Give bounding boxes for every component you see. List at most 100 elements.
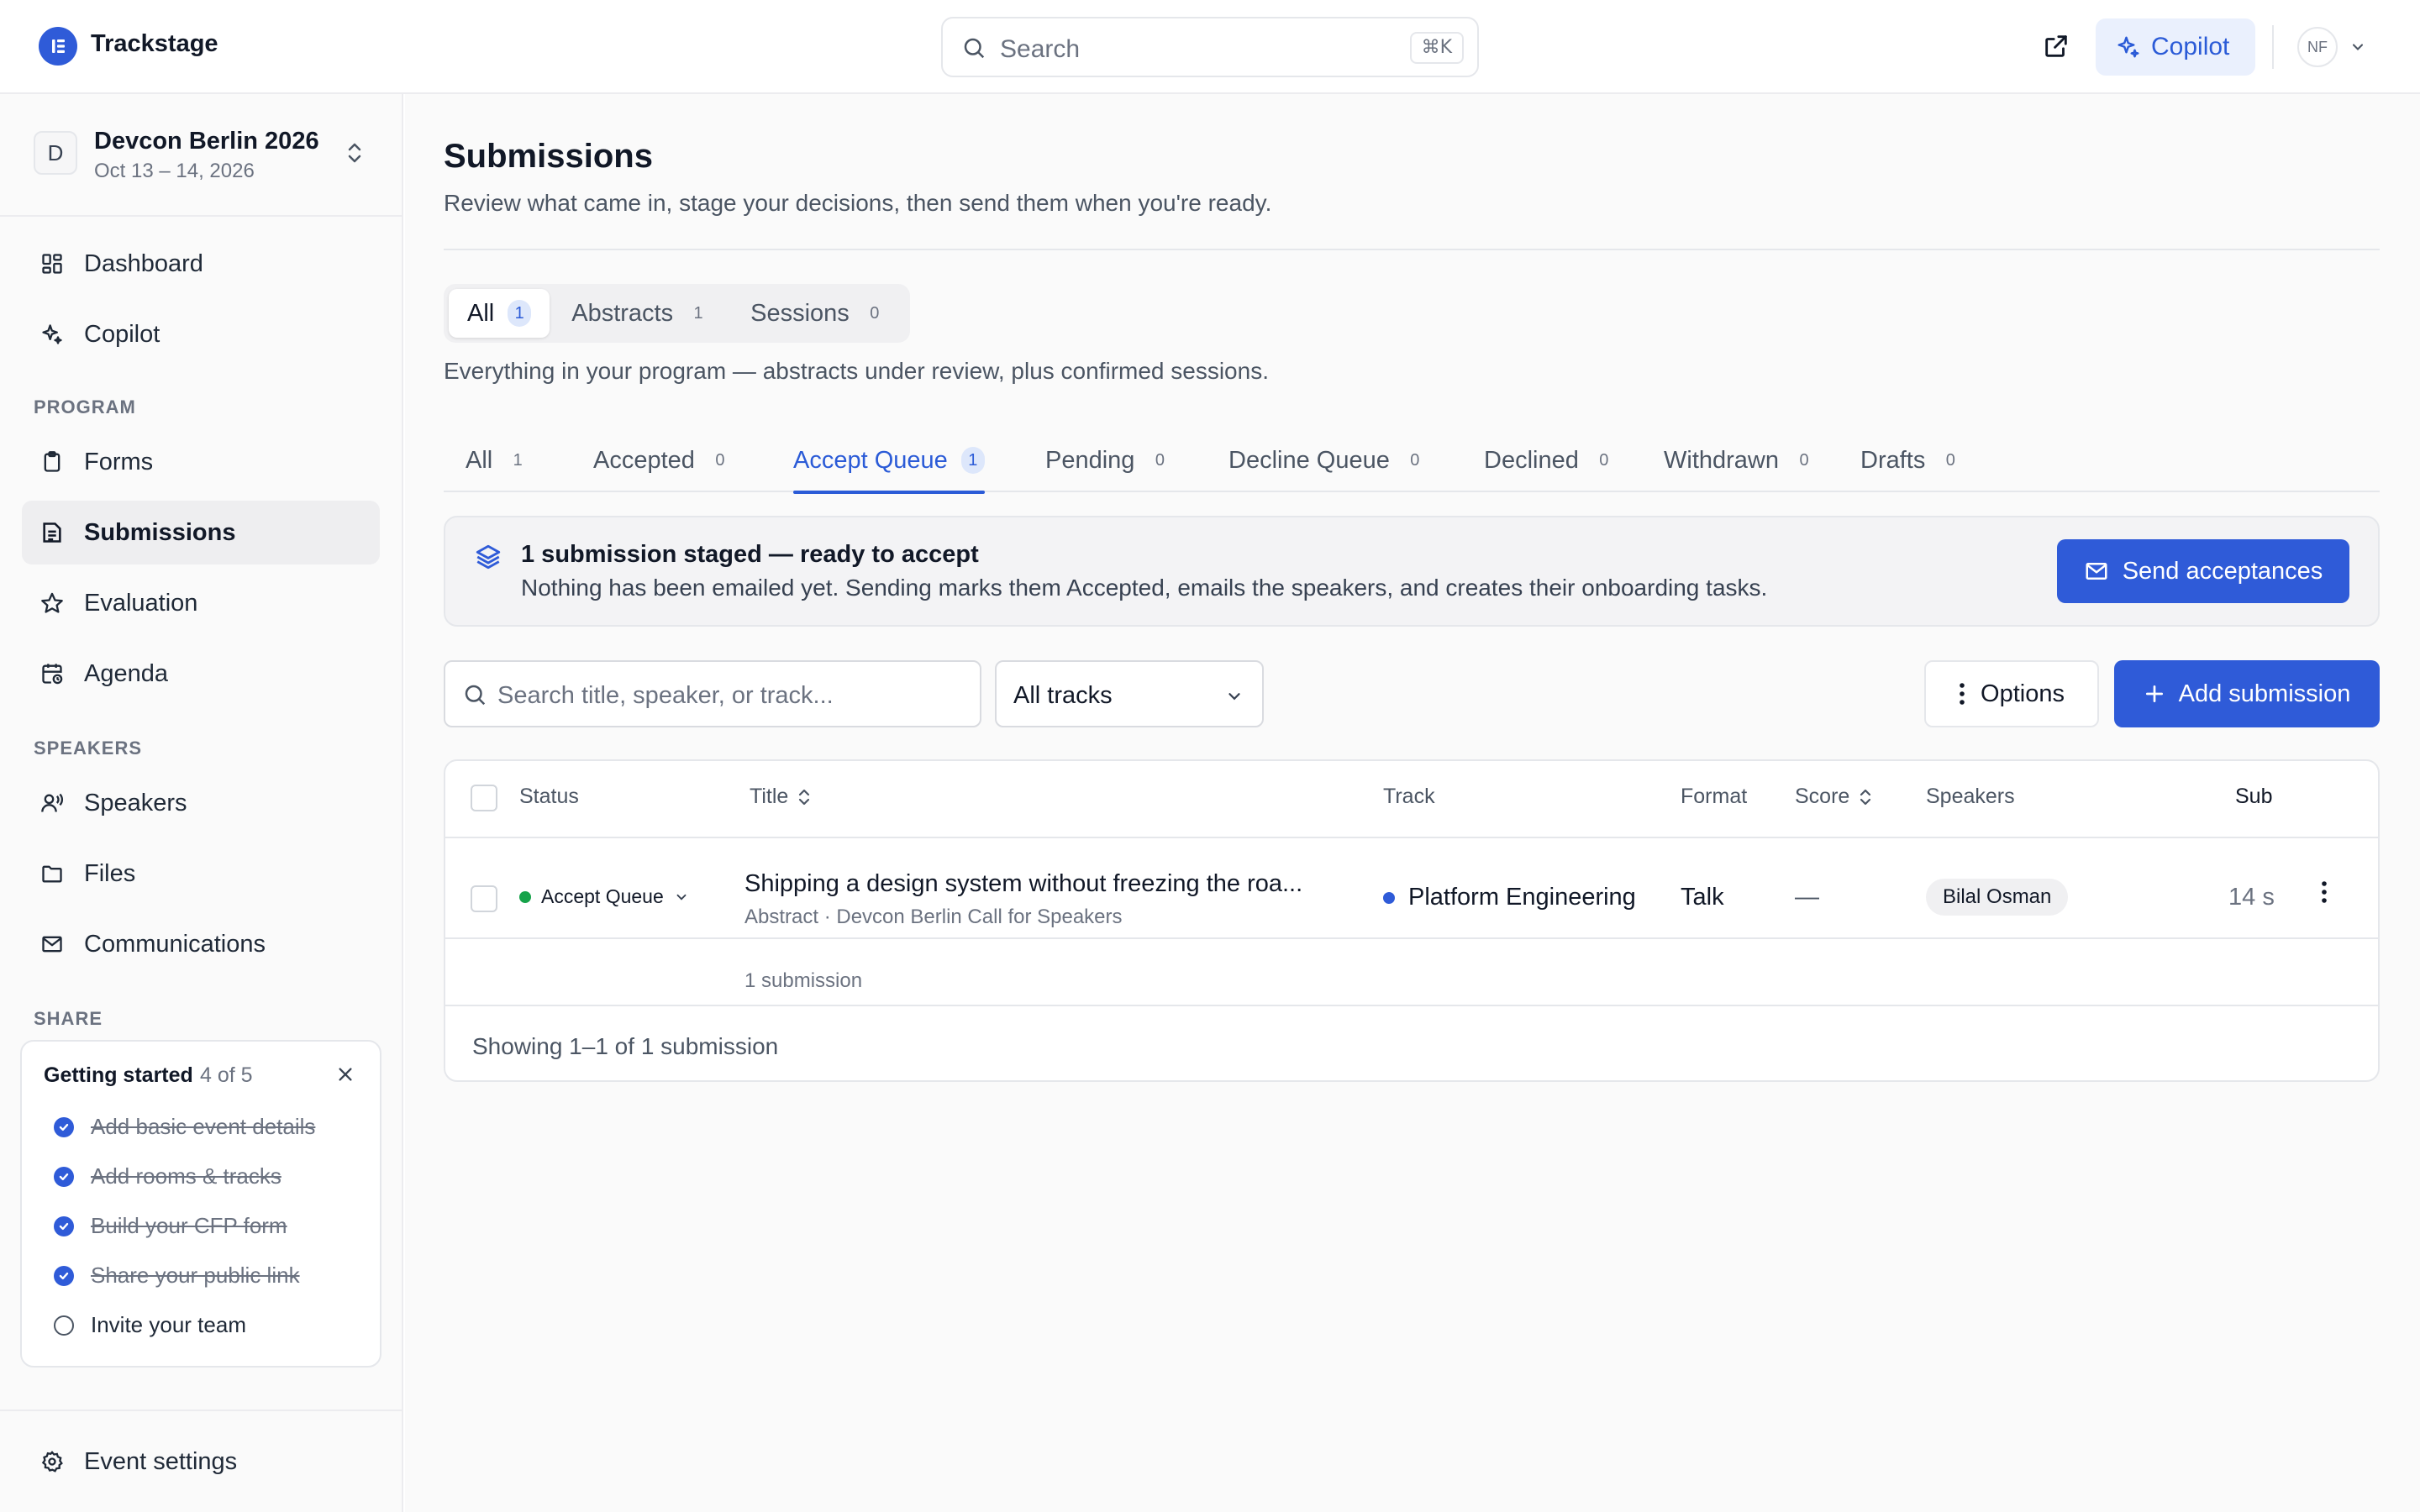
search-label: Search <box>1000 35 1081 63</box>
checklist-item[interactable]: Add basic event details <box>54 1114 315 1140</box>
column-header-score[interactable]: Score <box>1795 785 1873 809</box>
status-dropdown[interactable]: Accept Queue <box>519 885 689 908</box>
copilot-button[interactable]: Copilot <box>2096 18 2255 76</box>
sidebar-item-event-settings[interactable]: Event settings <box>22 1430 380 1494</box>
search-placeholder: Search title, speaker, or track... <box>497 682 834 709</box>
column-header-speakers: Speakers <box>1926 785 2015 808</box>
tab-accept-queue[interactable]: Accept Queue 1 <box>793 428 985 494</box>
row-divider <box>445 1005 2378 1006</box>
sort-icon <box>797 787 812 807</box>
tab-decline-queue[interactable]: Decline Queue 0 <box>1228 428 1427 492</box>
tab-label: Withdrawn <box>1664 446 1779 474</box>
sidebar-item-forms[interactable]: Forms <box>22 430 380 494</box>
submission-search-input[interactable]: Search title, speaker, or track... <box>444 660 981 727</box>
sidebar-item-label: Copilot <box>84 320 160 348</box>
main-content: Submissions Review what came in, stage y… <box>405 94 2420 1512</box>
check-circle-icon <box>54 1215 74 1236</box>
column-header-status: Status <box>519 785 579 808</box>
tab-count: 1 <box>513 450 523 470</box>
submission-title[interactable]: Shipping a design system without freezin… <box>744 870 1302 898</box>
track-dot <box>1383 891 1395 904</box>
logo-icon[interactable] <box>39 27 77 66</box>
event-badge: D <box>34 131 77 175</box>
sidebar-item-communications[interactable]: Communications <box>22 912 380 976</box>
tab-drafts[interactable]: Drafts 0 <box>1860 428 1962 492</box>
segment-all[interactable]: All 1 <box>449 289 550 338</box>
sidebar-item-agenda[interactable]: Agenda <box>22 642 380 706</box>
select-all-checkbox[interactable] <box>471 785 497 811</box>
tab-count: 0 <box>715 450 725 470</box>
search-shortcut: ⌘K <box>1409 32 1464 64</box>
sidebar-item-dashboard[interactable]: Dashboard <box>22 232 380 296</box>
score-cell: — <box>1795 884 1819 911</box>
checklist-item[interactable]: Invite your team <box>54 1312 246 1338</box>
tab-all[interactable]: All 1 <box>466 428 529 492</box>
send-acceptances-button[interactable]: Send acceptances <box>2057 539 2349 603</box>
checklist-item[interactable]: Build your CFP form <box>54 1213 287 1239</box>
sidebar-item-label: Evaluation <box>84 589 198 617</box>
column-header-title[interactable]: Title <box>750 785 812 809</box>
track-filter-select[interactable]: All tracks <box>995 660 1264 727</box>
kebab-icon <box>1959 682 1965 706</box>
tab-count: 0 <box>1599 450 1609 470</box>
sort-icon <box>1858 787 1873 807</box>
sidebar-item-evaluation[interactable]: Evaluation <box>22 571 380 635</box>
column-header-format: Format <box>1681 785 1748 808</box>
row-divider <box>445 937 2378 939</box>
external-link-icon[interactable] <box>2042 32 2070 60</box>
banner-title: 1 submission staged — ready to accept <box>521 541 979 568</box>
plus-icon <box>2144 683 2165 705</box>
tab-label: Accept Queue <box>793 446 948 474</box>
options-button[interactable]: Options <box>1924 660 2099 727</box>
row-checkbox[interactable] <box>471 885 497 912</box>
section-label-share: SHARE <box>34 1008 103 1029</box>
layers-icon <box>474 543 502 571</box>
add-submission-button[interactable]: Add submission <box>2114 660 2380 727</box>
speaker-chip[interactable]: Bilal Osman <box>1926 879 2069 916</box>
track-cell: Platform Engineering <box>1383 884 1636 911</box>
chevron-down-icon <box>1225 687 1244 706</box>
chevron-down-icon[interactable] <box>2349 39 2366 55</box>
event-name: Devcon Berlin 2026 <box>94 128 319 155</box>
row-menu-kebab-icon[interactable] <box>2321 880 2328 904</box>
banner-subtitle: Nothing has been emailed yet. Sending ma… <box>521 575 1768 601</box>
type-segmented-control: All 1 Abstracts 1 Sessions 0 <box>444 284 910 343</box>
tab-count: 1 <box>960 447 985 474</box>
mail-send-icon <box>2084 559 2109 584</box>
global-search[interactable]: Search ⌘K <box>941 17 1479 77</box>
segment-count: 1 <box>693 303 703 323</box>
checklist-item[interactable]: Add rooms & tracks <box>54 1163 281 1189</box>
sidebar-item-submissions[interactable]: Submissions <box>22 501 380 564</box>
sidebar: D Devcon Berlin 2026 Oct 13 – 14, 2026 D… <box>0 94 403 1512</box>
app-name[interactable]: Trackstage <box>91 30 218 58</box>
tab-pending[interactable]: Pending 0 <box>1045 428 1171 492</box>
checklist-label: Invite your team <box>91 1312 246 1337</box>
chevron-up-down-icon <box>345 141 365 165</box>
options-label: Options <box>1981 680 2065 707</box>
getting-started-card: Getting started 4 of 5 Add basic event d… <box>20 1040 381 1368</box>
status-tabs: All 1 Accepted 0 Accept Queue 1 Pending … <box>444 428 2380 494</box>
page-subtitle: Review what came in, stage your decision… <box>444 190 1272 216</box>
tab-withdrawn[interactable]: Withdrawn 0 <box>1664 428 1816 492</box>
tab-count: 0 <box>1155 450 1165 470</box>
tab-count: 0 <box>1410 450 1420 470</box>
sidebar-item-copilot[interactable]: Copilot <box>22 302 380 366</box>
checklist-item[interactable]: Share your public link <box>54 1263 300 1289</box>
close-icon[interactable] <box>336 1065 355 1084</box>
sidebar-item-files[interactable]: Files <box>22 842 380 906</box>
segment-sessions[interactable]: Sessions 0 <box>732 289 905 338</box>
tab-label: Accepted <box>593 446 695 474</box>
avatar[interactable]: NF <box>2297 27 2338 67</box>
event-switcher[interactable]: D Devcon Berlin 2026 Oct 13 – 14, 2026 <box>0 94 402 217</box>
segment-label: All <box>467 299 495 327</box>
submission-subtitle: Abstract · Devcon Berlin Call for Speake… <box>744 906 1123 928</box>
sidebar-item-label: Event settings <box>84 1447 238 1475</box>
column-header-submitted: Sub <box>2235 785 2273 808</box>
sidebar-item-speakers[interactable]: Speakers <box>22 771 380 835</box>
send-label: Send acceptances <box>2122 557 2323 585</box>
tab-label: Decline Queue <box>1228 446 1390 474</box>
submission-count: 1 submission <box>744 969 863 992</box>
tab-accepted[interactable]: Accepted 0 <box>593 428 732 492</box>
segment-abstracts[interactable]: Abstracts 1 <box>553 289 729 338</box>
tab-declined[interactable]: Declined 0 <box>1484 428 1616 492</box>
